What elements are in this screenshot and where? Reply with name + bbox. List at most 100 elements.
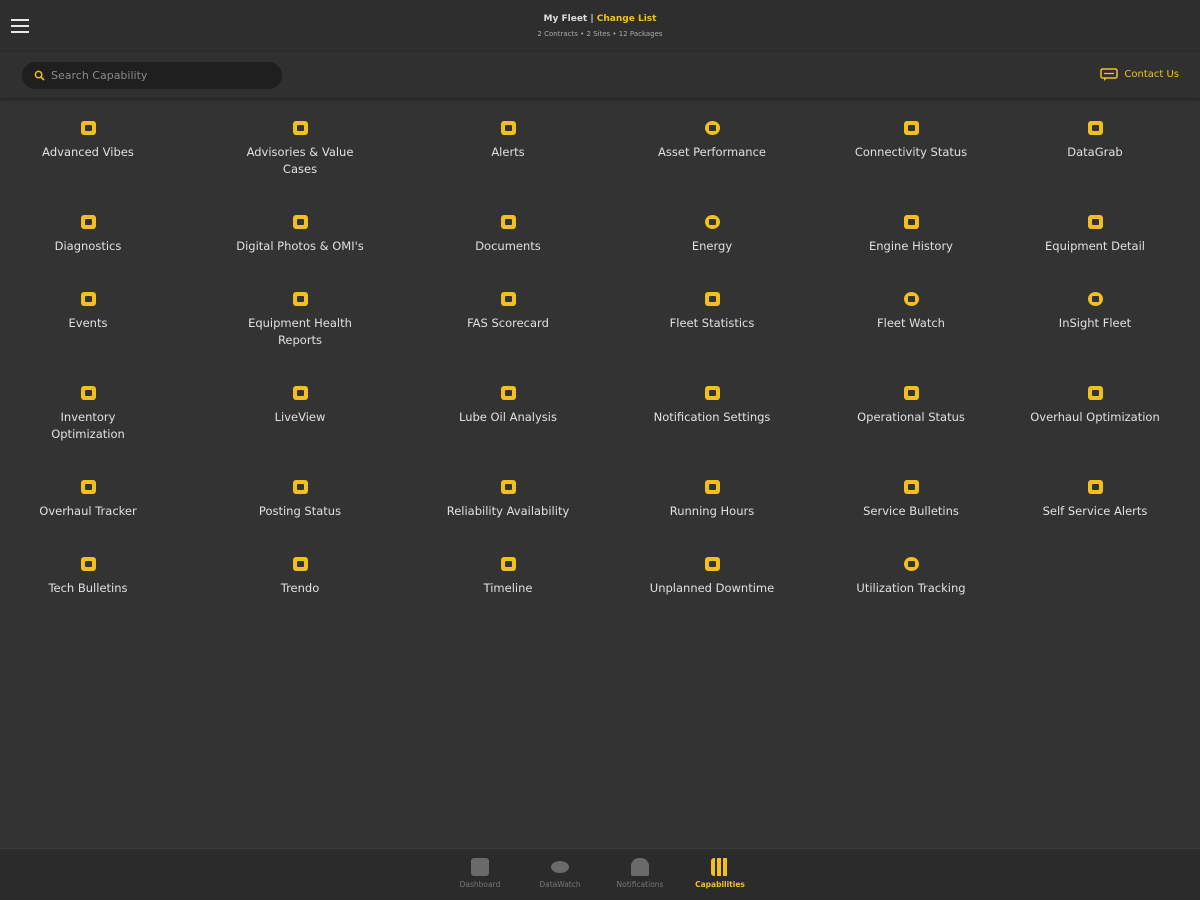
grid-icon xyxy=(711,858,729,876)
engine-history-icon xyxy=(901,212,921,232)
capability-running-hours[interactable]: Running Hours xyxy=(592,477,832,554)
search-field[interactable] xyxy=(22,62,282,89)
fleet-title: My Fleet xyxy=(543,14,588,24)
capability-reliability-availability[interactable]: Reliability Availability xyxy=(424,477,592,554)
search-input[interactable] xyxy=(51,69,251,82)
change-list-link[interactable]: Change List xyxy=(597,14,657,24)
tab-datawatch[interactable]: DataWatch xyxy=(520,849,600,900)
capability-documents[interactable]: Documents xyxy=(424,212,592,289)
capability-fleet-watch[interactable]: Fleet Watch xyxy=(832,289,990,383)
capability-trendo[interactable]: Trendo xyxy=(176,554,424,631)
datagrab-icon xyxy=(1085,118,1105,138)
capability-energy[interactable]: Energy xyxy=(592,212,832,289)
capability-label: Self Service Alerts xyxy=(1042,504,1148,518)
search-icon xyxy=(34,70,45,81)
capability-label: Advanced Vibes xyxy=(42,145,134,159)
overhaul-optimization-icon xyxy=(1085,383,1105,403)
capabilities-grid: Advanced Vibes Advisories & Value Cases Al… xyxy=(0,118,1200,631)
capability-label: FAS Scorecard xyxy=(467,316,549,330)
capability-posting-status[interactable]: Posting Status xyxy=(176,477,424,554)
capability-operational-status[interactable]: Operational Status xyxy=(832,383,990,477)
tab-notifications[interactable]: Notifications xyxy=(600,849,680,900)
capability-advisories-value-cases[interactable]: Advisories & Value Cases xyxy=(176,118,424,212)
fleet-watch-icon xyxy=(901,289,921,309)
documents-icon xyxy=(498,212,518,232)
capability-self-service-alerts[interactable]: Self Service Alerts xyxy=(990,477,1200,554)
top-bar: My Fleet | Change List 2 Contracts • 2 S… xyxy=(0,0,1200,52)
capability-fleet-statistics[interactable]: Fleet Statistics xyxy=(592,289,832,383)
capability-datagrab[interactable]: DataGrab xyxy=(990,118,1200,212)
posting-status-icon xyxy=(290,477,310,497)
capability-label: Overhaul Optimization xyxy=(1030,410,1160,424)
page-title: My Fleet | Change List xyxy=(0,14,1200,24)
liveview-icon xyxy=(290,383,310,403)
eye-icon xyxy=(551,861,569,873)
capability-alerts[interactable]: Alerts xyxy=(424,118,592,212)
search-bar: Contact Us xyxy=(0,52,1200,98)
capability-label: Operational Status xyxy=(857,410,965,424)
capability-label: DataGrab xyxy=(1067,145,1123,159)
advanced-vibes-icon xyxy=(78,118,98,138)
contact-us-button[interactable]: Contact Us xyxy=(1100,68,1179,81)
capability-label: Reliability Availability xyxy=(446,504,570,518)
capability-label: Notification Settings xyxy=(653,410,771,424)
chat-icon xyxy=(1100,68,1119,81)
capability-engine-history[interactable]: Engine History xyxy=(832,212,990,289)
capability-label: Fleet Watch xyxy=(877,316,945,330)
unplanned-downtime-icon xyxy=(702,554,722,574)
tab-label: Notifications xyxy=(616,880,664,889)
advisories-value-cases-icon xyxy=(290,118,310,138)
capability-insight-fleet[interactable]: InSight Fleet xyxy=(990,289,1200,383)
self-service-alerts-icon xyxy=(1085,477,1105,497)
capability-label: Overhaul Tracker xyxy=(39,504,137,518)
capability-equipment-detail[interactable]: Equipment Detail xyxy=(990,212,1200,289)
capability-label: Diagnostics xyxy=(54,239,122,253)
capability-label: Advisories & Value Cases xyxy=(246,145,354,176)
tab-dashboard[interactable]: Dashboard xyxy=(440,849,520,900)
capability-equipment-health-reports[interactable]: Equipment Health Reports xyxy=(176,289,424,383)
capability-label: Service Bulletins xyxy=(863,504,959,518)
insight-fleet-icon xyxy=(1085,289,1105,309)
capability-overhaul-optimization[interactable]: Overhaul Optimization xyxy=(990,383,1200,477)
capability-label: Posting Status xyxy=(258,504,342,518)
energy-icon xyxy=(702,212,722,232)
capability-notification-settings[interactable]: Notification Settings xyxy=(592,383,832,477)
capability-utilization-tracking[interactable]: Utilization Tracking xyxy=(832,554,990,631)
overhaul-tracker-icon xyxy=(78,477,98,497)
equipment-health-reports-icon xyxy=(290,289,310,309)
capability-label: Lube Oil Analysis xyxy=(458,410,557,424)
capability-overhaul-tracker[interactable]: Overhaul Tracker xyxy=(0,477,176,554)
capability-service-bulletins[interactable]: Service Bulletins xyxy=(832,477,990,554)
capability-label: Documents xyxy=(475,239,541,253)
capability-fas-scorecard[interactable]: FAS Scorecard xyxy=(424,289,592,383)
bottom-navigation: Dashboard DataWatch Notifications Capabi… xyxy=(0,848,1200,900)
capability-connectivity-status[interactable]: Connectivity Status xyxy=(832,118,990,212)
capability-diagnostics[interactable]: Diagnostics xyxy=(0,212,176,289)
tech-bulletins-icon xyxy=(78,554,98,574)
tab-capabilities[interactable]: Capabilities xyxy=(680,849,760,900)
capability-events[interactable]: Events xyxy=(0,289,176,383)
inventory-optimization-icon xyxy=(78,383,98,403)
capability-liveview[interactable]: LiveView xyxy=(176,383,424,477)
operational-status-icon xyxy=(901,383,921,403)
capability-label: Engine History xyxy=(869,239,953,253)
fleet-statistics-icon xyxy=(702,289,722,309)
capability-asset-performance[interactable]: Asset Performance xyxy=(592,118,832,212)
capability-lube-oil-analysis[interactable]: Lube Oil Analysis xyxy=(424,383,592,477)
capability-label: Events xyxy=(68,316,108,330)
capability-digital-photos-omi-s[interactable]: Digital Photos & OMI's xyxy=(176,212,424,289)
contact-us-label: Contact Us xyxy=(1124,69,1179,80)
capability-label: Tech Bulletins xyxy=(48,581,128,595)
capability-advanced-vibes[interactable]: Advanced Vibes xyxy=(0,118,176,212)
digital-photos-omi-s-icon xyxy=(290,212,310,232)
fas-scorecard-icon xyxy=(498,289,518,309)
capability-label: Trendo xyxy=(280,581,320,595)
capability-timeline[interactable]: Timeline xyxy=(424,554,592,631)
connectivity-status-icon xyxy=(901,118,921,138)
capability-unplanned-downtime[interactable]: Unplanned Downtime xyxy=(592,554,832,631)
capability-inventory-optimization[interactable]: Inventory Optimization xyxy=(0,383,176,477)
capability-label: Running Hours xyxy=(669,504,755,518)
capability-tech-bulletins[interactable]: Tech Bulletins xyxy=(0,554,176,631)
lube-oil-analysis-icon xyxy=(498,383,518,403)
reliability-availability-icon xyxy=(498,477,518,497)
